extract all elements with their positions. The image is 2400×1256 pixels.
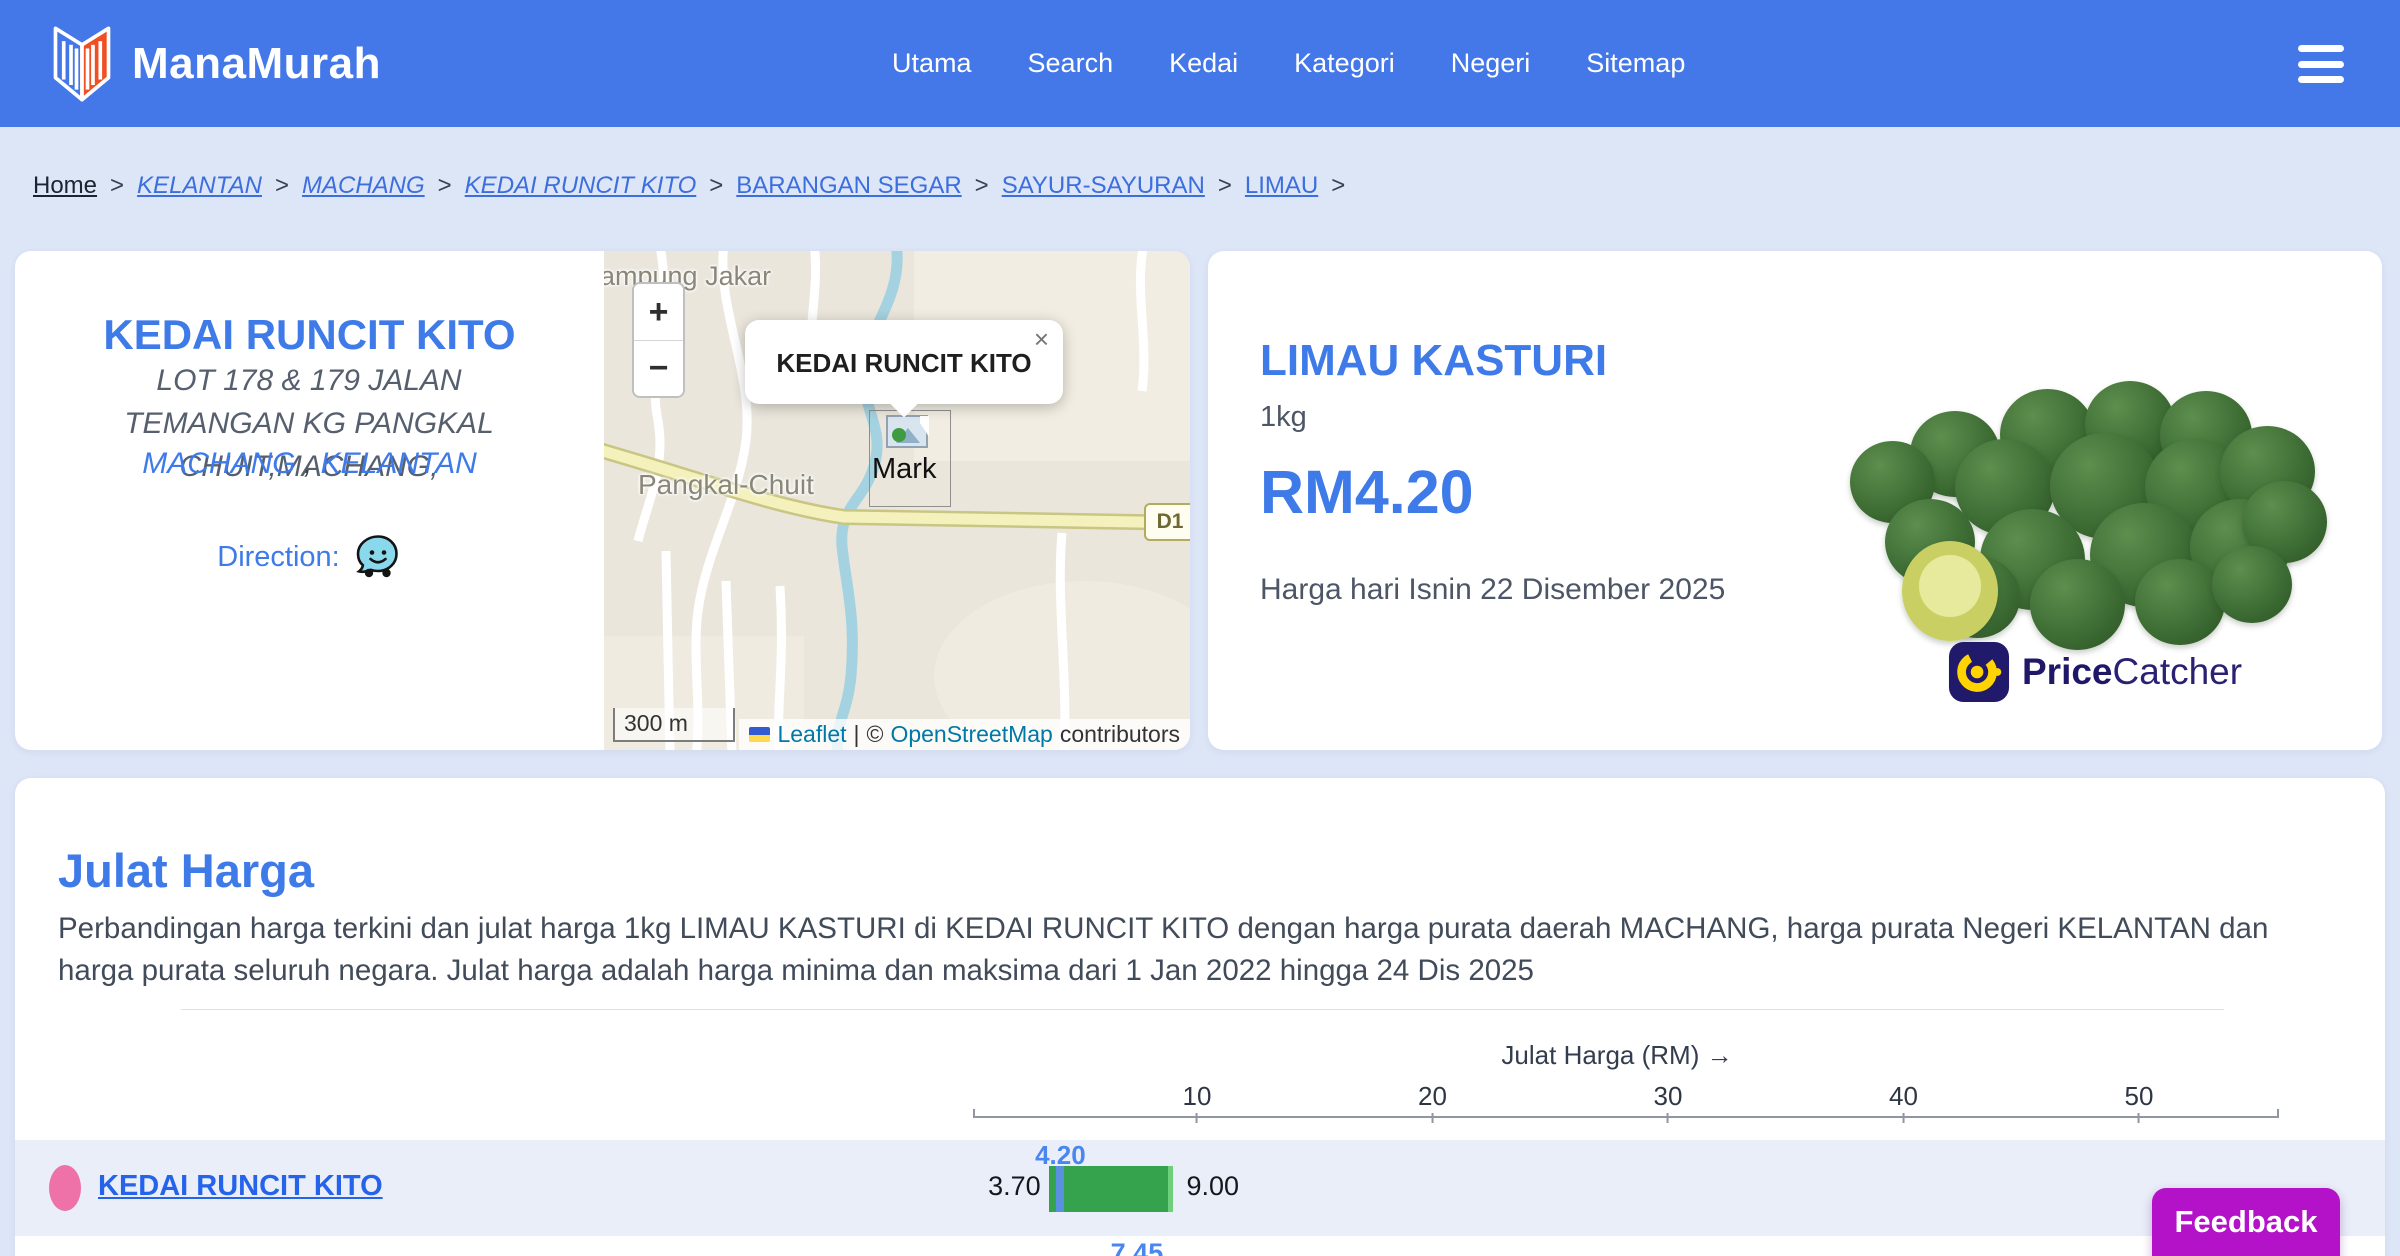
- attribution-divider: |: [853, 721, 860, 747]
- breadcrumb-link-limau[interactable]: LIMAU: [1245, 172, 1318, 200]
- brand-home-link[interactable]: ManaMurah: [50, 0, 381, 127]
- comma: ,: [303, 447, 313, 480]
- breadcrumb-link-barangan-segar[interactable]: BARANGAN SEGAR: [736, 172, 961, 200]
- brand-name: ManaMurah: [132, 38, 381, 88]
- breadcrumb-link-sayur-sayuran[interactable]: SAYUR-SAYURAN: [1002, 172, 1205, 200]
- attribution-copyright: ©: [866, 721, 884, 747]
- chart-axis-label: Julat Harga (RM) →: [1501, 1040, 1733, 1070]
- map-scale-bar: 300 m: [613, 708, 735, 742]
- lime-fruit: [2030, 559, 2125, 651]
- lime-fruit: [2212, 546, 2292, 623]
- pricecatcher-logo: PriceCatcher: [1948, 641, 2242, 703]
- page: ManaMurah Utama Search Kedai Kategori Ne…: [0, 0, 2400, 1256]
- current-price-marker: [1056, 1166, 1065, 1212]
- store-name: KEDAI RUNCIT KITO: [103, 311, 516, 359]
- manamurah-logo-icon: [53, 26, 111, 101]
- product-image: [1850, 381, 2327, 651]
- popup-title: KEDAI RUNCIT KITO: [776, 348, 1032, 378]
- store-card: KEDAI RUNCIT KITO LOT 178 & 179 JALAN TE…: [15, 251, 1190, 750]
- openstreetmap-link[interactable]: OpenStreetMap: [890, 721, 1052, 748]
- marker-alt-text: Mark: [872, 453, 937, 485]
- chart-row-next: 7.45: [15, 1236, 2385, 1256]
- max-price-label: 9.00: [1186, 1171, 1239, 1201]
- breadcrumb-separator: >: [1331, 172, 1346, 199]
- zoom-in-button[interactable]: +: [634, 284, 683, 340]
- next-row-price-label: 7.45: [1110, 1238, 1164, 1256]
- section-description: Perbandingan harga terkini dan julat har…: [58, 911, 2269, 987]
- ukraine-flag-icon: [749, 727, 771, 742]
- pricecatcher-wordmark: PriceCatcher: [2022, 651, 2243, 692]
- hamburger-menu-icon[interactable]: [2298, 45, 2344, 83]
- store-city-state: MACHANG , KELANTAN: [15, 447, 604, 481]
- price-range-bar: [1048, 1166, 1174, 1212]
- leaflet-link[interactable]: Leaflet: [777, 721, 846, 748]
- top-navbar: ManaMurah Utama Search Kedai Kategori Ne…: [0, 0, 2400, 127]
- breadcrumb-separator: >: [709, 172, 724, 199]
- price-range-card: Julat Harga Perbandingan harga terkini d…: [15, 778, 2385, 1256]
- lime-fruit: [2135, 559, 2225, 646]
- zoom-out-button[interactable]: −: [634, 340, 683, 396]
- nav-item-sitemap[interactable]: Sitemap: [1586, 48, 1685, 79]
- price-date-note: Harga hari Isnin 22 Disember 2025: [1260, 573, 1726, 606]
- map-zoom-control: + −: [632, 282, 685, 398]
- chart-top-divider: [181, 1009, 2224, 1010]
- attribution-suffix: contributors: [1059, 721, 1180, 747]
- chart-axis-line: [973, 1109, 2279, 1118]
- map-attribution: Leaflet | © OpenStreetMap contributors: [739, 719, 1190, 750]
- popup-close-icon[interactable]: ×: [1034, 326, 1049, 352]
- direction-row: Direction:: [15, 533, 604, 581]
- nav-item-negeri[interactable]: Negeri: [1451, 48, 1531, 79]
- nav-item-kategori[interactable]: Kategori: [1294, 48, 1395, 79]
- map-popup: KEDAI RUNCIT KITO ×: [745, 320, 1063, 418]
- store-state-link[interactable]: KELANTAN: [321, 447, 477, 480]
- product-unit: 1kg: [1260, 401, 1307, 433]
- row-store-link[interactable]: KEDAI RUNCIT KITO: [98, 1170, 383, 1203]
- waze-icon: [355, 535, 398, 578]
- map-place-label: ampung Jakar: [604, 261, 772, 291]
- breadcrumb-separator: >: [1217, 172, 1232, 199]
- direction-label: Direction:: [217, 540, 340, 573]
- breadcrumb-separator: >: [437, 172, 452, 199]
- product-card: LIMAU KASTURI 1kg RM4.20 Harga hari Isni…: [1208, 251, 2382, 750]
- chart-axis-ticks: 10 20 30 40 50: [15, 1081, 2385, 1123]
- main-nav: Utama Search Kedai Kategori Negeri Sitem…: [892, 0, 1685, 127]
- road-shield: D1: [1144, 503, 1190, 541]
- breadcrumb-separator: >: [110, 172, 125, 199]
- map-marker-broken-image[interactable]: Mark: [869, 410, 951, 507]
- breadcrumb-link-kelantan[interactable]: KELANTAN: [137, 172, 262, 200]
- broken-image-icon: [886, 415, 929, 448]
- map-place-label: Pangkal-Chuit: [638, 469, 814, 500]
- product-name: LIMAU KASTURI: [1260, 336, 1608, 386]
- breadcrumb-link-kedai-runcit-kito[interactable]: KEDAI RUNCIT KITO: [465, 172, 697, 200]
- row-dot: [49, 1165, 81, 1211]
- breadcrumb: Home > KELANTAN > MACHANG > KEDAI RUNCIT…: [33, 172, 1358, 200]
- breadcrumb-link-machang[interactable]: MACHANG: [302, 172, 425, 200]
- min-price-label: 3.70: [988, 1171, 1041, 1201]
- nav-item-search[interactable]: Search: [1028, 48, 1114, 79]
- product-price: RM4.20: [1260, 458, 1474, 526]
- leaflet-map[interactable]: ampung Jakar Pangkal-Chuit D1 Mark KEDAI…: [604, 251, 1190, 750]
- nav-item-utama[interactable]: Utama: [892, 48, 972, 79]
- waze-direction-link[interactable]: [354, 533, 402, 581]
- breadcrumb-separator: >: [274, 172, 289, 199]
- cut-lime-fruit: [1902, 541, 1998, 641]
- pricecatcher-icon: [1948, 641, 2010, 703]
- chart-row-store: KEDAI RUNCIT KITO 4.20 3.70 9.00: [15, 1140, 2385, 1236]
- store-district-link[interactable]: MACHANG: [142, 447, 295, 480]
- breadcrumb-separator: >: [974, 172, 989, 199]
- nav-item-kedai[interactable]: Kedai: [1169, 48, 1238, 79]
- feedback-button[interactable]: Feedback: [2152, 1188, 2340, 1256]
- store-info: KEDAI RUNCIT KITO LOT 178 & 179 JALAN TE…: [15, 251, 604, 750]
- section-title: Julat Harga: [58, 844, 314, 897]
- breadcrumb-link-home[interactable]: Home: [33, 172, 97, 200]
